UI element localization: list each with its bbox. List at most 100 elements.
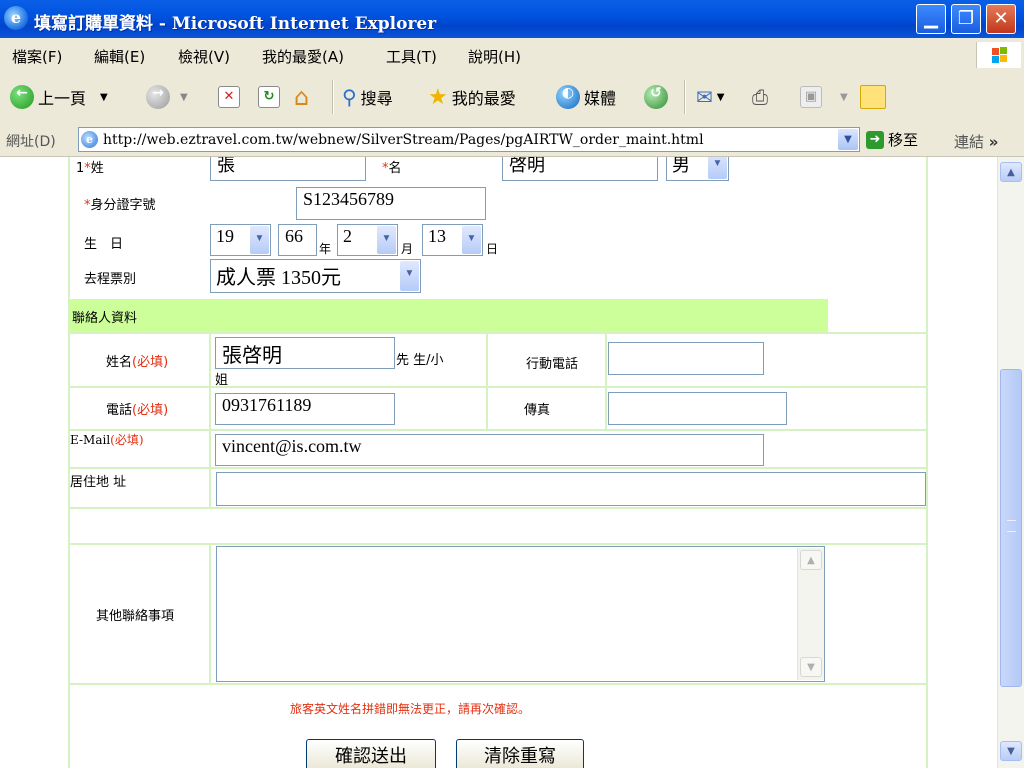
contact-section-title: 聯絡人資料 (72, 311, 138, 326)
notes-textarea[interactable] (216, 546, 825, 682)
phone-label: 電話(必填) (106, 403, 169, 418)
submit-button[interactable]: 確認送出 (306, 739, 436, 768)
salutation-text-a: 先 生/小 (396, 353, 444, 368)
search-icon: ⚲ (342, 85, 357, 109)
fax-input[interactable] (608, 392, 787, 425)
edit-icon: ▣ (800, 86, 822, 108)
mobile-input[interactable] (608, 342, 764, 375)
links-label: 連結 (954, 133, 985, 151)
note-icon (860, 85, 886, 109)
menu-bar: 檔案(F) 編輯(E) 檢視(V) 我的最愛(A) 工具(T) 說明(H) (0, 38, 1024, 73)
search-button[interactable]: ⚲ 搜尋 (342, 82, 393, 112)
address-input[interactable]: e http://web.eztravel.com.tw/webnew/Silv… (78, 127, 860, 152)
fax-label: 傳真 (524, 403, 551, 418)
menu-view[interactable]: 檢視(V) (178, 46, 230, 67)
chevron-down-icon: ▼ (708, 157, 727, 179)
birth-year-input[interactable]: 66 (278, 224, 317, 256)
notes-scrollbar[interactable]: ▲ ▼ (797, 548, 824, 680)
forward-button[interactable]: → ▼ (146, 82, 188, 112)
forward-arrow-icon: → (146, 85, 170, 109)
back-button[interactable]: ← 上一頁 ▼ (10, 82, 108, 112)
menu-edit[interactable]: 編輯(E) (94, 46, 145, 67)
chevron-down-icon[interactable]: ▼ (1000, 741, 1022, 761)
messenger-button[interactable] (860, 82, 886, 112)
scrollbar-thumb[interactable] (1000, 369, 1022, 687)
go-button[interactable]: ➜ 移至 (866, 129, 918, 150)
forward-dropdown-icon[interactable]: ▼ (180, 92, 188, 103)
given-name-input[interactable]: 啓明 (502, 157, 658, 181)
home-address-input[interactable] (216, 472, 926, 506)
phone-input[interactable]: 0931761189 (215, 393, 395, 425)
back-dropdown-icon[interactable]: ▼ (100, 92, 108, 103)
surname-input[interactable]: 張 (210, 157, 366, 181)
home-address-label: 居住地 址 (70, 475, 127, 490)
chevron-up-icon[interactable]: ▲ (1000, 162, 1022, 182)
print-icon: ⎙ (752, 85, 768, 109)
birth-month-select[interactable]: 2 ▼ (337, 224, 398, 256)
gender-select[interactable]: 男 ▼ (666, 157, 729, 181)
surname-label: 1*姓 (76, 161, 104, 176)
star-icon: ★ (428, 84, 448, 110)
minimize-button[interactable]: ▁ (916, 4, 946, 34)
ticket-type-select[interactable]: 成人票 1350元 ▼ (210, 259, 421, 293)
birth-century-value: 19 (216, 226, 234, 246)
media-icon: ◐ (556, 85, 580, 109)
birth-day-select[interactable]: 13 ▼ (422, 224, 483, 256)
address-url: http://web.eztravel.com.tw/webnew/Silver… (103, 132, 704, 148)
day-unit: 日 (486, 242, 499, 256)
chevron-down-icon: ▼ (462, 226, 481, 254)
refresh-icon: ↻ (258, 86, 280, 108)
chevron-up-icon[interactable]: ▲ (800, 550, 822, 570)
email-input[interactable]: vincent@is.com.tw (215, 434, 764, 466)
id-number-input[interactable]: S123456789 (296, 187, 486, 220)
go-label: 移至 (888, 131, 919, 149)
print-button[interactable]: ⎙ (752, 82, 768, 112)
favorites-button[interactable]: ★ 我的最愛 (428, 82, 516, 112)
refresh-button[interactable]: ↻ (258, 82, 280, 112)
page-icon: e (81, 131, 98, 148)
toolbar-separator (332, 80, 334, 114)
menu-favorites[interactable]: 我的最愛(A) (262, 46, 344, 67)
grip-icon (1007, 520, 1016, 532)
home-button[interactable]: ⌂ (294, 82, 309, 112)
birth-month-value: 2 (343, 226, 352, 246)
window-title: 填寫訂購單資料 - Microsoft Internet Explorer (34, 14, 437, 34)
mail-dropdown-icon[interactable]: ▼ (717, 92, 725, 103)
maximize-button[interactable]: ❐ (951, 4, 981, 34)
ticket-type-value: 成人票 1350元 (216, 267, 341, 289)
contact-section-header (70, 299, 828, 332)
edit-button[interactable]: ▣ ▼ (800, 82, 848, 112)
name-spelling-warning: 旅客英文姓名拼錯即無法更正，請再次確認。 (290, 702, 531, 716)
email-label: E-Mail(必填) (70, 433, 144, 447)
mobile-label: 行動電話 (526, 357, 579, 372)
toolbar-separator (684, 80, 686, 114)
menu-tools[interactable]: 工具(T) (386, 46, 437, 67)
contact-name-input[interactable]: 張啓明 (215, 337, 395, 369)
page-scrollbar[interactable]: ▲ ▼ (997, 157, 1024, 768)
home-icon: ⌂ (294, 83, 310, 111)
windows-flag-icon (976, 42, 1021, 68)
birth-day-value: 13 (428, 226, 446, 246)
menu-help[interactable]: 說明(H) (468, 46, 521, 67)
media-button[interactable]: ◐ 媒體 (556, 82, 616, 112)
title-bar: e 填寫訂購單資料 - Microsoft Internet Explorer … (0, 0, 1024, 38)
toolbar: ← 上一頁 ▼ → ▼ ✕ ↻ ⌂ ⚲ 搜尋 ★ 我的最愛 ◐ 媒體 ↺ ✉ ▼… (0, 72, 1024, 125)
stop-button[interactable]: ✕ (218, 82, 240, 112)
links-button[interactable]: 連結 » (954, 131, 999, 152)
close-button[interactable]: ✕ (986, 4, 1016, 34)
address-bar: 網址(D) e http://web.eztravel.com.tw/webne… (0, 124, 1024, 157)
stop-icon: ✕ (218, 86, 240, 108)
menu-file[interactable]: 檔案(F) (12, 46, 62, 67)
chevron-down-icon[interactable]: ▼ (800, 657, 822, 677)
history-button[interactable]: ↺ (644, 82, 668, 112)
edit-dropdown-icon[interactable]: ▼ (840, 92, 848, 103)
chevron-down-icon: ▼ (250, 226, 269, 254)
birthday-label: 生 日 (84, 237, 124, 252)
go-arrow-icon: ➜ (866, 130, 884, 149)
address-dropdown-icon[interactable]: ▼ (838, 129, 858, 150)
birth-century-select[interactable]: 19 ▼ (210, 224, 271, 256)
search-label: 搜尋 (360, 89, 393, 108)
favorites-label: 我的最愛 (451, 89, 516, 108)
reset-button[interactable]: 清除重寫 (456, 739, 584, 768)
mail-button[interactable]: ✉ ▼ (696, 82, 724, 112)
